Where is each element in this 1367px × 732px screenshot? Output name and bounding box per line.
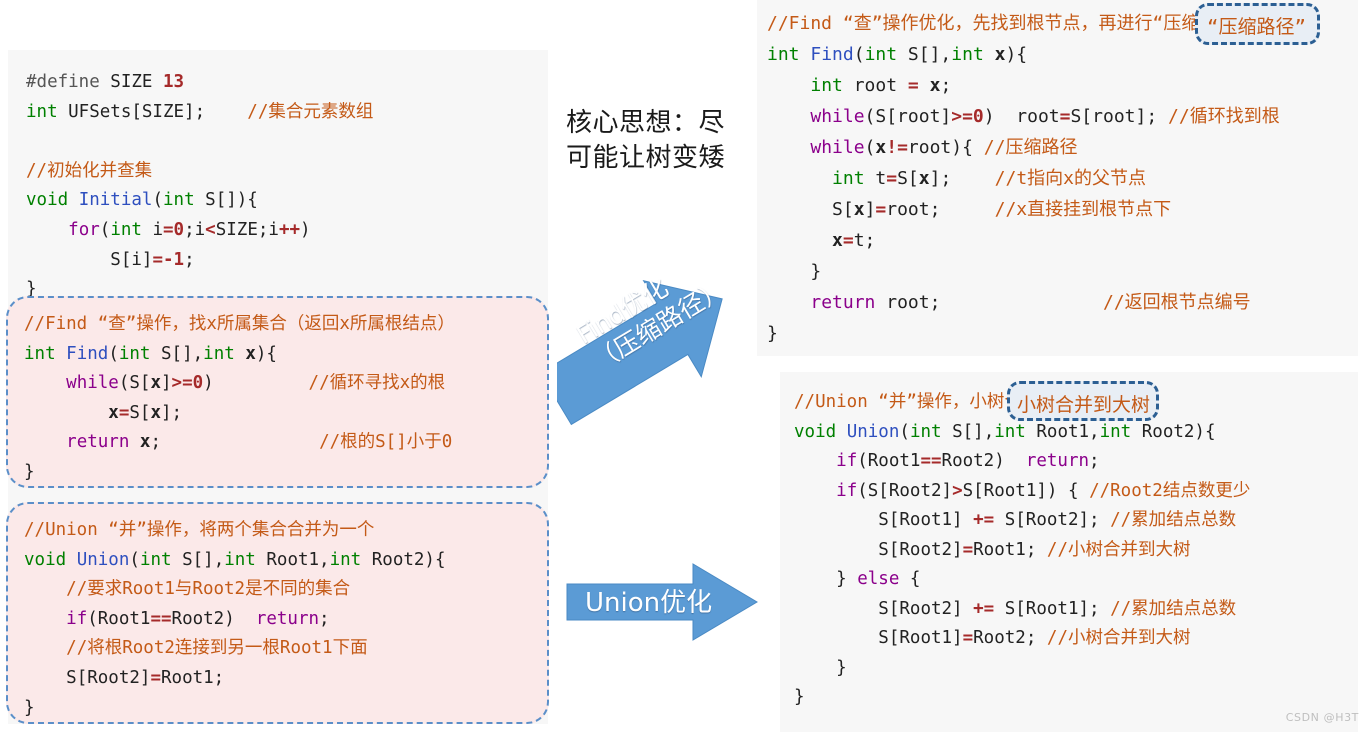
core-idea-line-1: 核心思想：尽 (566, 108, 726, 138)
union-code-text: //Union “并”操作，将两个集合合并为一个 void Union(int … (24, 520, 446, 718)
union-arrow-icon (566, 563, 758, 641)
find-code-text: //Find “查”操作，找x所属集合（返回x所属根结点） int Find(i… (24, 314, 455, 482)
optimized-find-code: //Find “查”操作优化，先找到根节点，再进行“压缩路径” int Find… (767, 13, 1280, 344)
optimized-find-panel: //Find “查”操作优化，先找到根节点，再进行“压缩路径” int Find… (757, 0, 1358, 356)
core-idea-text: 核心思想：尽 可能让树变矮 (566, 106, 752, 176)
path-compression-highlight-label: “压缩路径” (1207, 16, 1306, 38)
optimized-union-panel: //Union “并”操作，小树合并到大树 void Union(int S[]… (780, 372, 1358, 732)
union-optimization-arrow: Union优化 (563, 558, 761, 646)
basic-union-find-code: #define SIZE 13 int UFSets[SIZE]; //集合元素… (26, 72, 374, 300)
find-arrow-icon (539, 279, 723, 426)
merge-small-into-large-highlight: 小树合并到大树 (1007, 381, 1159, 421)
path-compression-highlight: “压缩路径” (1195, 3, 1320, 45)
find-optimization-arrow: Find优化 （压缩路径） (539, 246, 757, 431)
optimized-union-code: //Union “并”操作，小树合并到大树 void Union(int S[]… (794, 392, 1251, 707)
find-code-block: //Find “查”操作，找x所属集合（返回x所属根结点） int Find(i… (6, 296, 549, 488)
csdn-watermark: CSDN @H3T (1285, 711, 1359, 724)
merge-small-into-large-label: 小树合并到大树 (1017, 394, 1151, 416)
union-code-block: //Union “并”操作，将两个集合合并为一个 void Union(int … (6, 502, 549, 724)
core-idea-line-2: 可能让树变矮 (566, 143, 726, 173)
